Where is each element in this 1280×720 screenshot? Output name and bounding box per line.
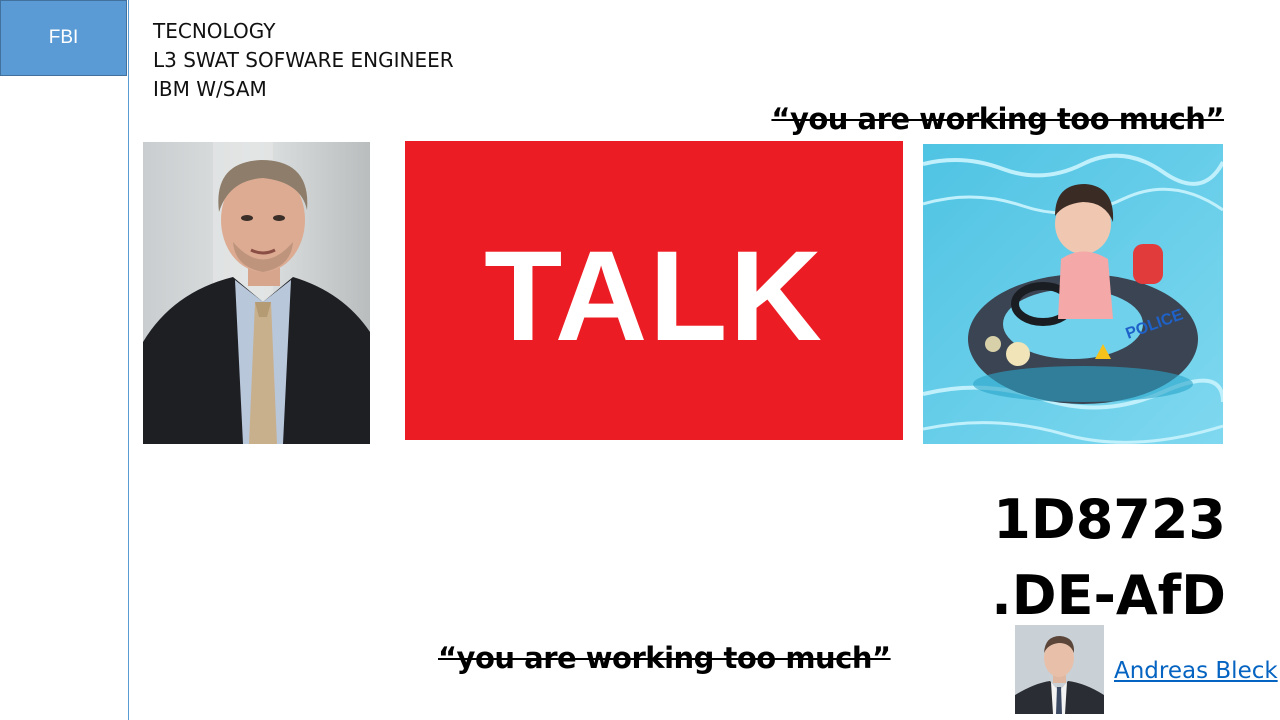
profile-link[interactable]: Andreas Bleck [1114, 658, 1278, 684]
person-photo [143, 142, 370, 444]
fbi-label-box: FBI [0, 0, 127, 76]
header-line-2: L3 SWAT SOFWARE ENGINEER [153, 48, 454, 72]
profile-photo [1015, 625, 1104, 714]
code-line-1: 1D8723 [993, 488, 1226, 551]
header-text-block: TECNOLOGY L3 SWAT SOFWARE ENGINEER IBM W… [153, 17, 454, 104]
header-line-1: TECNOLOGY [153, 19, 276, 43]
pool-photo: POLICE [923, 144, 1223, 444]
fbi-label: FBI [48, 27, 79, 48]
quote-bottom: “you are working too much” [438, 641, 891, 675]
header-line-3: IBM W/SAM [153, 77, 267, 101]
talk-banner: TALK [405, 141, 903, 440]
talk-banner-text: TALK [484, 225, 824, 368]
vertical-divider [128, 0, 129, 720]
code-line-2: .DE-AfD [991, 564, 1226, 627]
quote-top: “you are working too much” [771, 102, 1224, 136]
